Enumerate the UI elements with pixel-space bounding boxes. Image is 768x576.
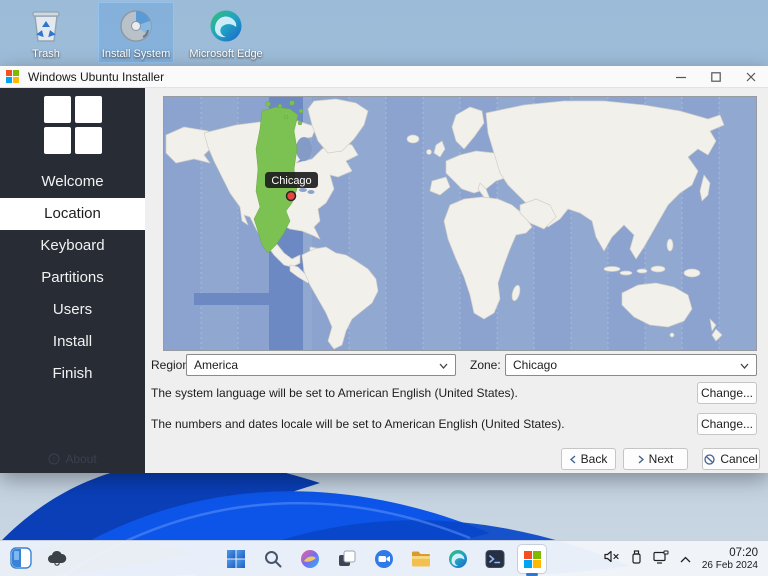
- system-tray: 07:20 26 Feb 2024: [604, 541, 762, 576]
- chevron-left-icon: [570, 455, 576, 464]
- installer-sidebar: Welcome Location Keyboard Partitions Use…: [0, 88, 145, 473]
- chat-icon[interactable]: [370, 545, 398, 573]
- start-button-icon[interactable]: [222, 545, 250, 573]
- desktop-icon-trash[interactable]: Trash: [8, 2, 84, 63]
- locale-text: The numbers and dates locale will be set…: [151, 414, 565, 435]
- microsoft-edge-icon: [206, 6, 246, 46]
- about-label: About: [65, 452, 96, 466]
- svg-text:i: i: [53, 455, 55, 464]
- close-icon[interactable]: [733, 66, 768, 88]
- desktop-icon-label: Install System: [102, 48, 170, 60]
- map-tooltip: Chicago: [265, 172, 318, 188]
- widgets-icon[interactable]: [10, 547, 32, 574]
- file-explorer-icon[interactable]: [407, 545, 435, 573]
- next-button[interactable]: Next: [623, 448, 688, 470]
- back-label: Back: [581, 452, 608, 466]
- installer-logo-icon: [44, 96, 102, 154]
- sidebar-item-users[interactable]: Users: [0, 294, 145, 326]
- desktop-icon-edge[interactable]: Microsoft Edge: [188, 2, 264, 63]
- zone-select[interactable]: Chicago: [505, 354, 757, 376]
- trash-icon: [26, 6, 66, 46]
- map-tooltip-label: Chicago: [271, 175, 311, 187]
- desktop-icon-label: Microsoft Edge: [189, 48, 262, 60]
- weather-cloud-icon[interactable]: [46, 549, 68, 572]
- timezone-map[interactable]: Chicago: [163, 96, 757, 351]
- usb-icon[interactable]: [631, 550, 642, 569]
- terminal-icon[interactable]: [481, 545, 509, 573]
- zone-value: Chicago: [513, 358, 557, 372]
- taskbar: 07:20 26 Feb 2024: [0, 540, 768, 576]
- titlebar[interactable]: Windows Ubuntu Installer: [0, 66, 768, 88]
- change-locale-label: Change...: [701, 417, 753, 431]
- search-icon[interactable]: [259, 545, 287, 573]
- window-controls: [663, 66, 768, 88]
- sidebar-item-partitions[interactable]: Partitions: [0, 262, 145, 294]
- sidebar-item-install[interactable]: Install: [0, 326, 145, 358]
- minimize-icon[interactable]: [663, 66, 698, 88]
- zone-label: Zone:: [470, 354, 501, 376]
- desktop-icon-label: Trash: [32, 48, 60, 60]
- installer-taskbar-icon[interactable]: [518, 545, 546, 573]
- cancel-label: Cancel: [720, 452, 757, 466]
- change-locale-button[interactable]: Change...: [697, 413, 757, 435]
- window-title: Windows Ubuntu Installer: [28, 70, 164, 84]
- sidebar-item-location[interactable]: Location: [0, 198, 145, 230]
- back-button[interactable]: Back: [561, 448, 616, 470]
- display-icon[interactable]: [653, 550, 669, 569]
- chevron-right-icon: [638, 455, 644, 464]
- clock-date: 26 Feb 2024: [702, 560, 758, 572]
- desktop-icon-install-system[interactable]: Install System: [98, 2, 174, 63]
- maximize-icon[interactable]: [698, 66, 733, 88]
- taskbar-clock[interactable]: 07:20 26 Feb 2024: [702, 547, 762, 572]
- install-system-icon: [116, 6, 156, 46]
- sidebar-item-finish[interactable]: Finish: [0, 358, 145, 390]
- change-language-label: Change...: [701, 386, 753, 400]
- region-select[interactable]: America: [186, 354, 456, 376]
- sidebar-item-welcome[interactable]: Welcome: [0, 166, 145, 198]
- change-language-button[interactable]: Change...: [697, 382, 757, 404]
- cancel-icon: [704, 454, 715, 465]
- window-logo-icon: [6, 70, 19, 83]
- clock-time: 07:20: [702, 547, 758, 560]
- info-icon: i: [48, 453, 60, 465]
- location-page: Chicago Region: America Zone: Chicago Th…: [145, 88, 768, 473]
- chevron-down-icon: [740, 363, 749, 369]
- volume-muted-icon[interactable]: [604, 550, 620, 568]
- region-value: America: [194, 358, 238, 372]
- copilot-icon[interactable]: [296, 545, 324, 573]
- tray-chevron-up-icon[interactable]: [680, 550, 691, 568]
- cancel-button[interactable]: Cancel: [702, 448, 760, 470]
- chicago-marker: [287, 192, 296, 201]
- next-label: Next: [649, 452, 674, 466]
- desktop: Trash Install System: [0, 0, 768, 576]
- desktop-icons: Trash Install System: [8, 2, 264, 63]
- about-button[interactable]: i About: [0, 452, 145, 466]
- language-text: The system language will be set to Ameri…: [151, 383, 518, 404]
- installer-window: Windows Ubuntu Installer Welcome Locatio…: [0, 66, 768, 473]
- edge-taskbar-icon[interactable]: [444, 545, 472, 573]
- sidebar-item-keyboard[interactable]: Keyboard: [0, 230, 145, 262]
- task-view-icon[interactable]: [333, 545, 361, 573]
- chevron-down-icon: [439, 363, 448, 369]
